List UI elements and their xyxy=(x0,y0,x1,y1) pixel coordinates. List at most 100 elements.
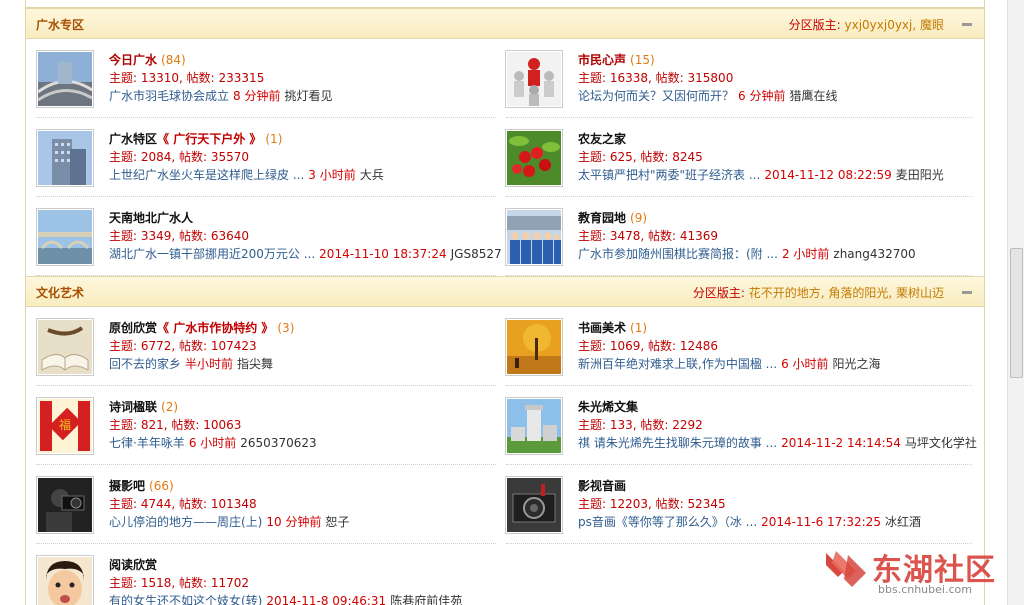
last-post-user-link[interactable]: 猎鹰在线 xyxy=(789,89,837,103)
last-post-time[interactable]: 半小时前 xyxy=(185,357,233,371)
last-post-user-link[interactable]: 马坪文化学社 xyxy=(905,436,977,450)
autumn-painting-image[interactable] xyxy=(505,318,563,376)
last-post-user-link[interactable]: 指尖舞 xyxy=(237,357,273,371)
forum-name-link[interactable]: 教育园地 xyxy=(578,211,626,225)
last-post-time[interactable]: 10 分钟前 xyxy=(266,515,321,529)
forum-row: 原创欣赏《 广水市作协特约 》 (3) 主题: 6772, 帖数: 107423 回不… xyxy=(26,307,984,386)
forum-name-line: 朱光烯文集 xyxy=(578,398,978,416)
forum-name-link[interactable]: 今日广水 xyxy=(109,53,157,67)
last-post-user-link[interactable]: 挑灯看见 xyxy=(284,89,332,103)
forum-name-link[interactable]: 天南地北广水人 xyxy=(109,211,193,225)
last-post-user-link[interactable]: 大兵 xyxy=(360,168,384,182)
last-post-title-link[interactable]: 七律·羊年咏羊 xyxy=(109,436,185,450)
forum-name-link[interactable]: 摄影吧 xyxy=(109,479,145,493)
forum-row: 福 诗词楹联 (2) 主题: 821, 帖数: 10063 七律·羊年咏羊 6 小时前 26… xyxy=(26,386,984,465)
people-figures-image[interactable] xyxy=(505,50,563,108)
last-post-user-link[interactable]: JGS8527 xyxy=(451,247,502,261)
vertical-scrollbar[interactable] xyxy=(1007,0,1024,605)
forum-name-suffix[interactable]: 《 广行天下户外 》 xyxy=(157,132,261,146)
last-post-title-link[interactable]: 太平镇严把村"两委"班子经济表 ... xyxy=(578,168,760,182)
last-post-user-link[interactable]: 冰红酒 xyxy=(885,515,921,529)
couplet-image[interactable]: 福 xyxy=(36,397,94,455)
building-image[interactable] xyxy=(36,129,94,187)
last-post-user-link[interactable]: zhang432700 xyxy=(833,247,915,261)
forum-name-link[interactable]: 朱光烯文集 xyxy=(578,400,638,414)
last-post: 七律·羊年咏羊 6 小时前 2650370623 xyxy=(109,434,509,452)
last-post: 祺 请朱光烯先生找聊朱元璋的故事 ... 2014-11-2 14:14:54 马坪… xyxy=(578,434,978,452)
forum-name-link[interactable]: 书画美术 xyxy=(578,321,626,335)
last-post-title-link[interactable]: 上世纪广水坐火车是这样爬上绿皮 ... xyxy=(109,168,304,182)
last-post-title-link[interactable]: 广水市羽毛球协会成立 xyxy=(109,89,229,103)
moderators-names[interactable]: 花不开的地方, 角落的阳光, 栗树山迈 xyxy=(749,286,944,300)
photographer-image[interactable] xyxy=(36,476,94,534)
forum-name-link[interactable]: 影视音画 xyxy=(578,479,626,493)
today-post-count: (15) xyxy=(630,53,655,67)
bridge-image[interactable] xyxy=(36,208,94,266)
forum-name-suffix[interactable]: 《 广水市作协特约 》 xyxy=(157,321,273,335)
forum-name-link[interactable]: 阅读欣赏 xyxy=(109,558,157,572)
last-post-user-link[interactable]: 2650370623 xyxy=(240,436,316,450)
last-post-time[interactable]: 8 分钟前 xyxy=(233,89,280,103)
forum-info: 朱光烯文集 主题: 133, 帖数: 2292 祺 请朱光烯先生找聊朱元璋的故事 .… xyxy=(578,398,978,452)
forum-item: 今日广水 (84) 主题: 13310, 帖数: 233315 广水市羽毛球协会成立 8… xyxy=(36,39,506,118)
forum-stats: 主题: 12203, 帖数: 52345 xyxy=(578,497,726,511)
last-post-time[interactable]: 2 小时前 xyxy=(782,247,829,261)
last-post-time[interactable]: 6 小时前 xyxy=(189,436,236,450)
last-post-title-link[interactable]: ps音画《等你等了那么久》（冰 ... xyxy=(578,515,757,529)
moderators-names[interactable]: yxj0yxj0yxj, 魔眼 xyxy=(844,18,944,32)
section-title[interactable]: 广水专区 xyxy=(36,16,84,33)
forum-name-link[interactable]: 原创欣赏 xyxy=(109,321,157,335)
last-post-user-link[interactable]: 麦田阳光 xyxy=(896,168,944,182)
scrollbar-thumb[interactable] xyxy=(1010,248,1023,378)
last-post: ps音画《等你等了那么久》（冰 ... 2014-11-6 17:32:25 冰红酒 xyxy=(578,513,978,531)
students-image[interactable] xyxy=(505,208,563,266)
last-post-time[interactable]: 6 小时前 xyxy=(781,357,828,371)
today-post-count: (2) xyxy=(161,400,179,414)
forum-name-link[interactable]: 广水特区 xyxy=(109,132,157,146)
forum-info: 今日广水 (84) 主题: 13310, 帖数: 233315 广水市羽毛球协会成立 8… xyxy=(109,51,509,105)
last-post-title-link[interactable]: 心儿停泊的地方——周庄(上) xyxy=(109,515,262,529)
child-face-image[interactable] xyxy=(36,555,94,605)
forum-stats: 主题: 16338, 帖数: 315800 xyxy=(578,71,734,85)
last-post-user-link[interactable]: 恕子 xyxy=(325,515,349,529)
last-post-time[interactable]: 2014-11-6 17:32:25 xyxy=(761,515,881,529)
last-post-title-link[interactable]: 湖北广水一镇干部挪用近200万元公 ... xyxy=(109,247,315,261)
last-post-title-link[interactable]: 回不去的家乡 xyxy=(109,357,181,371)
last-post: 湖北广水一镇干部挪用近200万元公 ... 2014-11-10 18:37:24… xyxy=(109,245,509,263)
last-post-title-link[interactable]: 论坛为何而关？又因何而开？ xyxy=(578,89,734,103)
forum-name-link[interactable]: 诗词楹联 xyxy=(109,400,157,414)
tower-image[interactable] xyxy=(505,397,563,455)
last-post-time[interactable]: 6 分钟前 xyxy=(738,89,785,103)
last-post-title-link[interactable]: 祺 请朱光烯先生找聊朱元璋的故事 ... xyxy=(578,436,777,450)
section-title[interactable]: 文化艺术 xyxy=(36,284,84,301)
forum-item: 阅读欣赏 主题: 1518, 帖数: 11702 有的女生还不如这个妓女(转) 201… xyxy=(36,544,506,605)
last-post-time[interactable]: 3 小时前 xyxy=(308,168,355,182)
today-post-count: (3) xyxy=(277,321,295,335)
forum-name-link[interactable]: 农友之家 xyxy=(578,132,626,146)
book-image[interactable] xyxy=(36,318,94,376)
today-post-count: (9) xyxy=(630,211,648,225)
last-post-title-link[interactable]: 广水市参加随州围棋比赛简报：(附 ... xyxy=(578,247,778,261)
last-post-title-link[interactable]: 有的女生还不如这个妓女(转) xyxy=(109,594,262,605)
last-post-time[interactable]: 2014-11-2 14:14:54 xyxy=(781,436,901,450)
forum-stats: 主题: 4744, 帖数: 101348 xyxy=(109,497,257,511)
camera-image[interactable] xyxy=(505,476,563,534)
forum-item: 朱光烯文集 主题: 133, 帖数: 2292 祺 请朱光烯先生找聊朱元璋的故事 .… xyxy=(505,386,978,465)
last-post-user-link[interactable]: 阳光之海 xyxy=(833,357,881,371)
forum-name-link[interactable]: 市民心声 xyxy=(578,53,626,67)
last-post-time[interactable]: 2014-11-10 18:37:24 xyxy=(319,247,446,261)
highway-image[interactable] xyxy=(36,50,94,108)
cherries-image[interactable] xyxy=(505,129,563,187)
forum-name-line: 今日广水 (84) xyxy=(109,51,509,69)
last-post-user-link[interactable]: 陈巷府前佳苑 xyxy=(390,594,462,605)
section-moderators: 分区版主: 花不开的地方, 角落的阳光, 栗树山迈 xyxy=(693,284,944,301)
forum-stats: 主题: 13310, 帖数: 233315 xyxy=(109,71,265,85)
last-post-title-link[interactable]: 新洲百年绝对难求上联,作为中国楹 ... xyxy=(578,357,777,371)
collapse-section-button[interactable] xyxy=(962,23,972,26)
last-post: 论坛为何而关？又因何而开？ 6 分钟前 猎鹰在线 xyxy=(578,87,978,105)
collapse-section-button[interactable] xyxy=(962,291,972,294)
last-post-time[interactable]: 2014-11-12 08:22:59 xyxy=(764,168,891,182)
forum-stats: 主题: 1069, 帖数: 12486 xyxy=(578,339,719,353)
last-post: 太平镇严把村"两委"班子经济表 ... 2014-11-12 08:22:59 麦田… xyxy=(578,166,978,184)
last-post-time[interactable]: 2014-11-8 09:46:31 xyxy=(266,594,386,605)
